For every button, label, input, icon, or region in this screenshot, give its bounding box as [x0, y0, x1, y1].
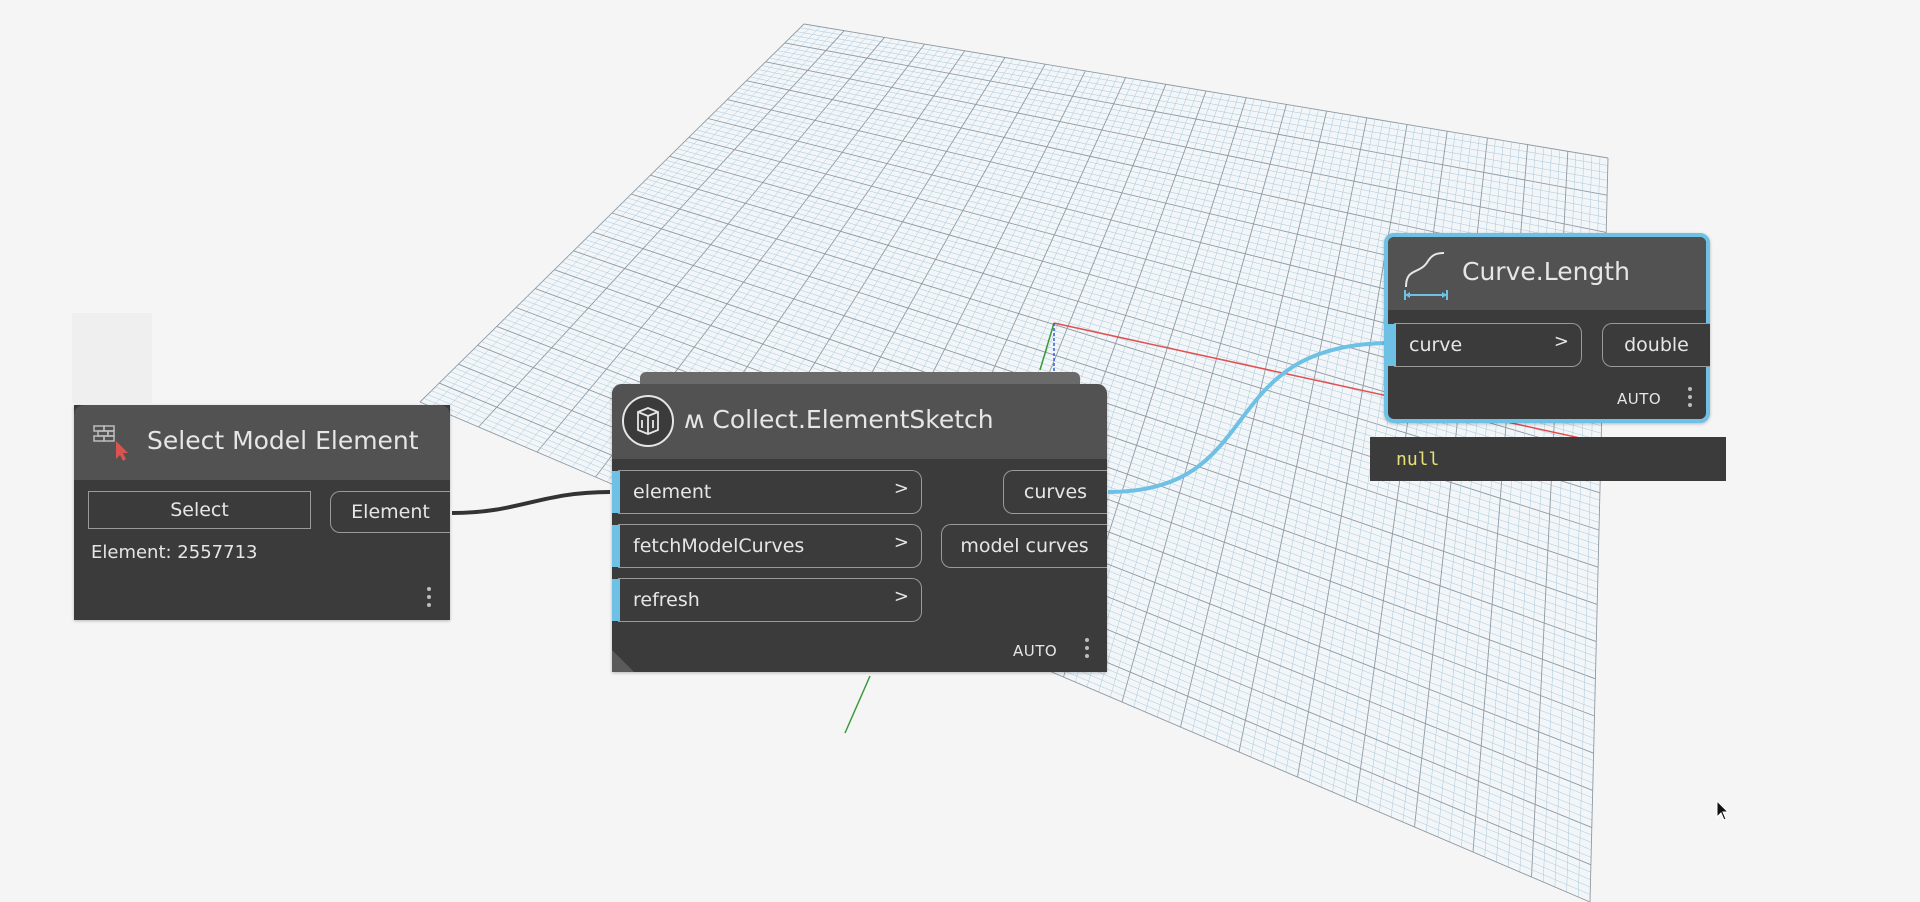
curve-length-node[interactable]: Curve.Length curve > double AUTO	[1384, 233, 1710, 423]
port-label: refresh	[633, 589, 700, 611]
lacing-label[interactable]: AUTO	[1013, 642, 1057, 660]
input-port-fetch-model-curves[interactable]: fetchModelCurves >	[612, 524, 922, 568]
node-title: Select Model Element	[147, 426, 419, 455]
faint-overlay	[72, 313, 152, 403]
chevron-right-icon: >	[893, 532, 909, 553]
port-label: element	[633, 481, 712, 503]
element-value: Element: 2557713	[91, 542, 258, 563]
port-label: curve	[1409, 334, 1463, 356]
mouse-cursor-icon	[1716, 800, 1730, 821]
chevron-right-icon: >	[893, 586, 909, 607]
port-label: Element	[351, 501, 430, 523]
input-port-refresh[interactable]: refresh >	[612, 578, 922, 622]
chevron-right-icon: >	[1553, 331, 1569, 352]
node-header[interactable]: Select Model Element	[74, 405, 450, 480]
collect-package-icon	[621, 394, 675, 448]
wire-element-to-element	[451, 490, 611, 515]
output-port-model-curves[interactable]: model curves	[941, 524, 1107, 568]
input-port-element[interactable]: element >	[612, 470, 922, 514]
preview-bubble[interactable]: null	[1370, 437, 1726, 481]
collect-element-sketch-node[interactable]: ʍ Collect.ElementSketch element > fetchM…	[612, 372, 1107, 672]
node-header[interactable]: ʍ Collect.ElementSketch	[612, 384, 1107, 459]
resize-handle-icon[interactable]	[612, 650, 634, 672]
select-button[interactable]: Select	[88, 491, 311, 529]
y-axis-lower	[844, 675, 871, 734]
port-label: model curves	[960, 535, 1089, 557]
curve-length-icon	[1400, 247, 1450, 301]
port-label: double	[1624, 334, 1689, 356]
output-port-double[interactable]: double	[1602, 323, 1710, 367]
node-menu-icon[interactable]	[426, 587, 432, 611]
output-port-curves[interactable]: curves	[1003, 470, 1107, 514]
output-port-element[interactable]: Element	[330, 491, 450, 533]
port-label: fetchModelCurves	[633, 535, 805, 557]
port-label: curves	[1023, 481, 1088, 503]
preview-value: null	[1396, 448, 1440, 470]
chevron-right-icon: >	[893, 478, 909, 499]
select-model-element-node[interactable]: Select Model Element Select Element Elem…	[74, 405, 450, 620]
node-title: Curve.Length	[1462, 257, 1630, 286]
node-menu-icon[interactable]	[1084, 638, 1090, 662]
node-title: ʍ Collect.ElementSketch	[684, 405, 994, 434]
node-header[interactable]: Curve.Length	[1388, 237, 1706, 310]
select-element-icon	[92, 422, 128, 462]
node-menu-icon[interactable]	[1687, 387, 1693, 411]
input-port-curve[interactable]: curve >	[1388, 323, 1582, 367]
lacing-label[interactable]: AUTO	[1617, 390, 1661, 408]
